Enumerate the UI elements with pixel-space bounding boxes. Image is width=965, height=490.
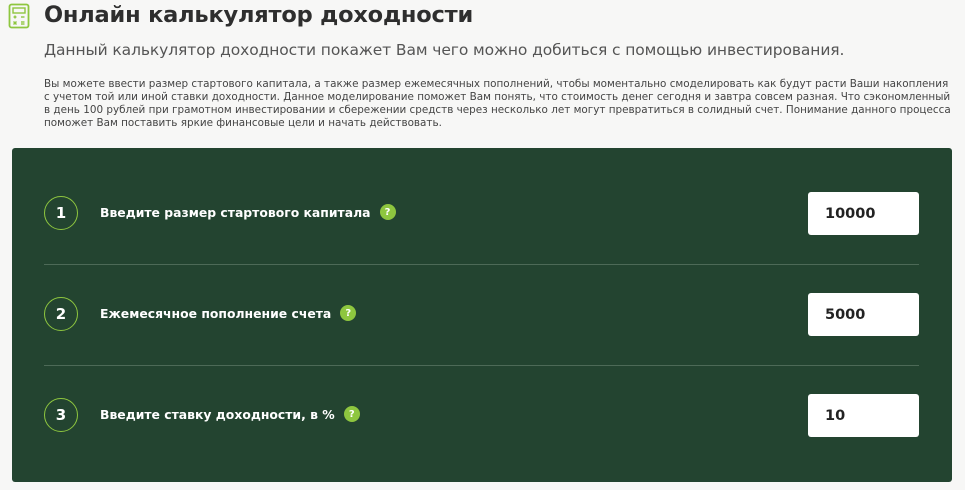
row-label-container: Ежемесячное пополнение счета ?	[100, 305, 357, 321]
row-label-container: Введите ставку доходности, в % ?	[100, 406, 360, 422]
step-number: 2	[44, 297, 78, 331]
page-subtitle: Данный калькулятор доходности покажет Ва…	[44, 41, 845, 59]
page-title: Онлайн калькулятор доходности	[44, 2, 474, 28]
calculator-row-monthly-deposit: 2 Ежемесячное пополнение счета ?	[12, 264, 952, 364]
step-number: 3	[44, 398, 78, 432]
calculator-row-rate: 3 Введите ставку доходности, в % ?	[12, 365, 952, 465]
rate-label: Введите ставку доходности, в %	[100, 406, 335, 422]
help-icon[interactable]: ?	[340, 305, 357, 321]
monthly-deposit-input[interactable]	[808, 293, 919, 336]
calculator-panel: 1 Введите размер стартового капитала ? 2…	[12, 148, 952, 482]
starting-capital-input[interactable]	[808, 192, 919, 235]
help-icon[interactable]: ?	[343, 406, 360, 422]
page: Онлайн калькулятор доходности Данный кал…	[0, 0, 965, 490]
monthly-deposit-label: Ежемесячное пополнение счета	[100, 305, 332, 321]
calculator-icon	[8, 3, 30, 29]
row-label-container: Введите размер стартового капитала ?	[100, 204, 396, 220]
calculator-row-starting-capital: 1 Введите размер стартового капитала ?	[12, 163, 952, 263]
page-description: Вы можете ввести размер стартового капит…	[44, 78, 951, 129]
help-icon[interactable]: ?	[379, 204, 396, 220]
starting-capital-label: Введите размер стартового капитала	[100, 204, 371, 220]
rate-input[interactable]	[808, 394, 919, 437]
step-number: 1	[44, 196, 78, 230]
